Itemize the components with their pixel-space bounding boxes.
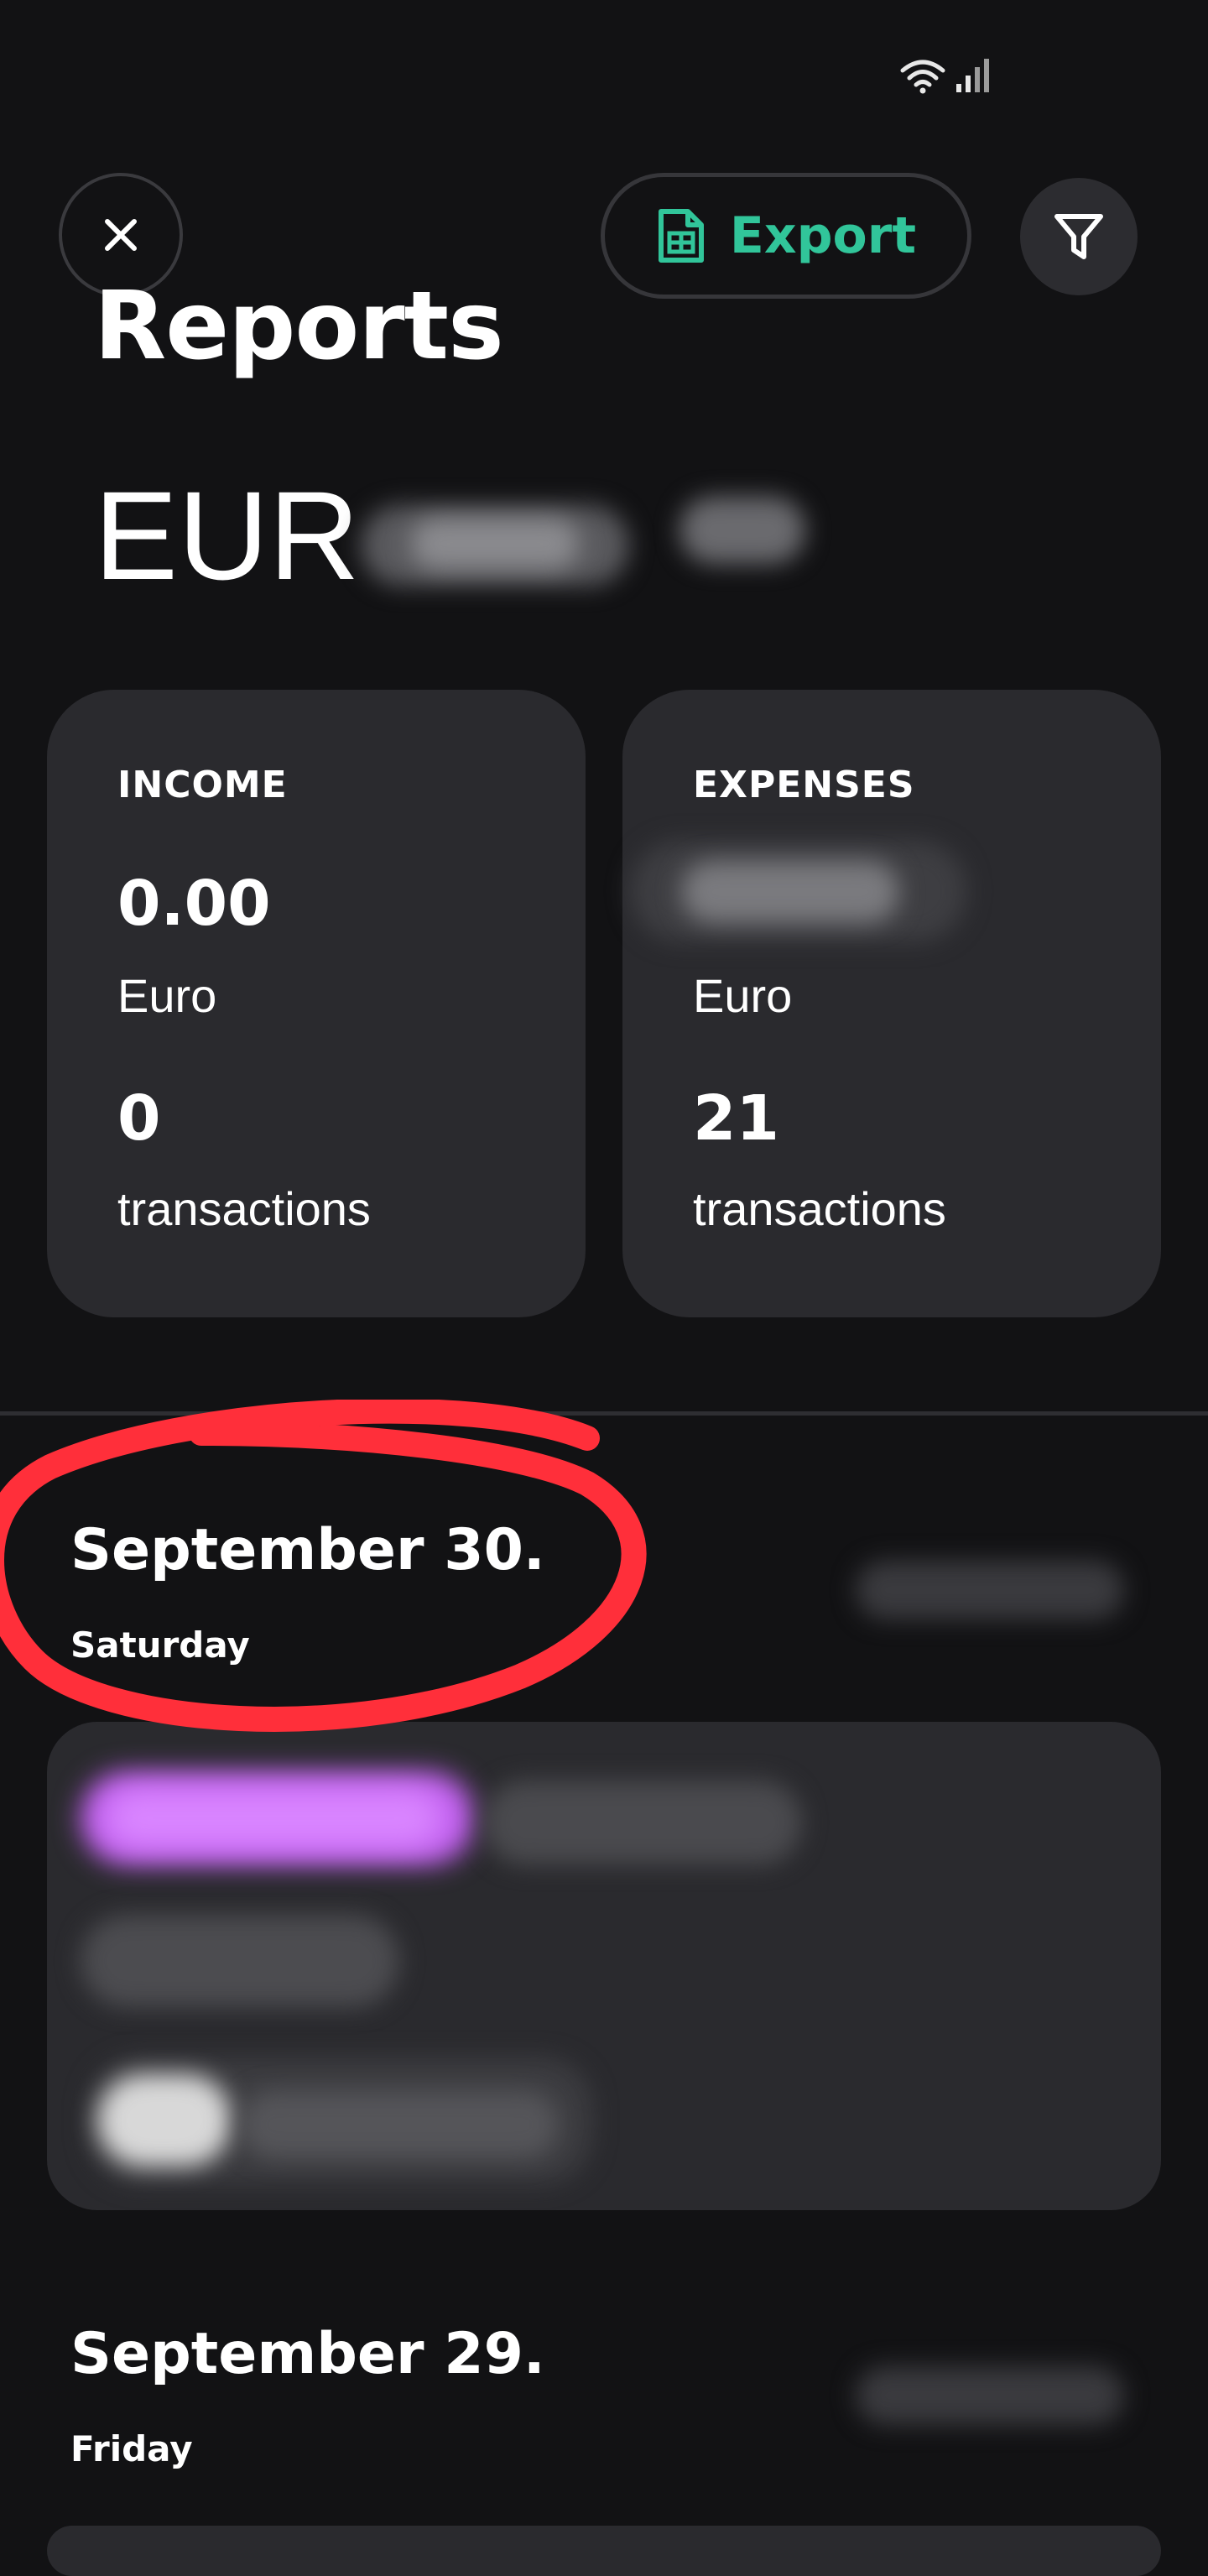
day-weekday: Saturday bbox=[70, 1624, 250, 1666]
day-title: September 30. bbox=[70, 1517, 545, 1583]
income-transaction-count: 0 bbox=[117, 1082, 161, 1155]
total-amount-redacted bbox=[352, 460, 805, 611]
spreadsheet-icon bbox=[658, 209, 704, 263]
status-bar bbox=[899, 57, 993, 94]
expenses-card[interactable]: EXPENSES Euro 21 transactions bbox=[622, 690, 1161, 1317]
income-unit: Euro bbox=[117, 969, 217, 1022]
income-heading: INCOME bbox=[117, 764, 288, 806]
expenses-amount-redacted bbox=[622, 824, 1092, 950]
transaction-card[interactable] bbox=[47, 1722, 1161, 2210]
filter-button[interactable] bbox=[1020, 178, 1138, 295]
expenses-transaction-label: transactions bbox=[693, 1182, 946, 1235]
close-icon bbox=[105, 219, 137, 251]
expenses-unit: Euro bbox=[693, 969, 793, 1022]
expenses-heading: EXPENSES bbox=[693, 764, 915, 806]
currency-label: EUR bbox=[94, 465, 360, 606]
day-weekday: Friday bbox=[70, 2428, 193, 2469]
section-divider bbox=[0, 1411, 1208, 1416]
page-title: Reports bbox=[94, 272, 504, 381]
day-title: September 29. bbox=[70, 2321, 545, 2387]
expenses-transaction-count: 21 bbox=[693, 1082, 779, 1155]
export-label: Export bbox=[729, 206, 917, 265]
day-total-redacted bbox=[822, 1544, 1158, 1636]
income-transaction-label: transactions bbox=[117, 1182, 371, 1235]
day-total-redacted bbox=[822, 2349, 1158, 2442]
wifi-icon bbox=[900, 60, 945, 94]
income-card[interactable]: INCOME 0.00 Euro 0 transactions bbox=[47, 690, 586, 1317]
signal-icon bbox=[956, 59, 989, 92]
filter-icon bbox=[1054, 214, 1103, 259]
income-amount: 0.00 bbox=[117, 868, 271, 940]
export-button[interactable]: Export bbox=[601, 173, 971, 299]
transaction-card[interactable] bbox=[47, 2526, 1161, 2576]
